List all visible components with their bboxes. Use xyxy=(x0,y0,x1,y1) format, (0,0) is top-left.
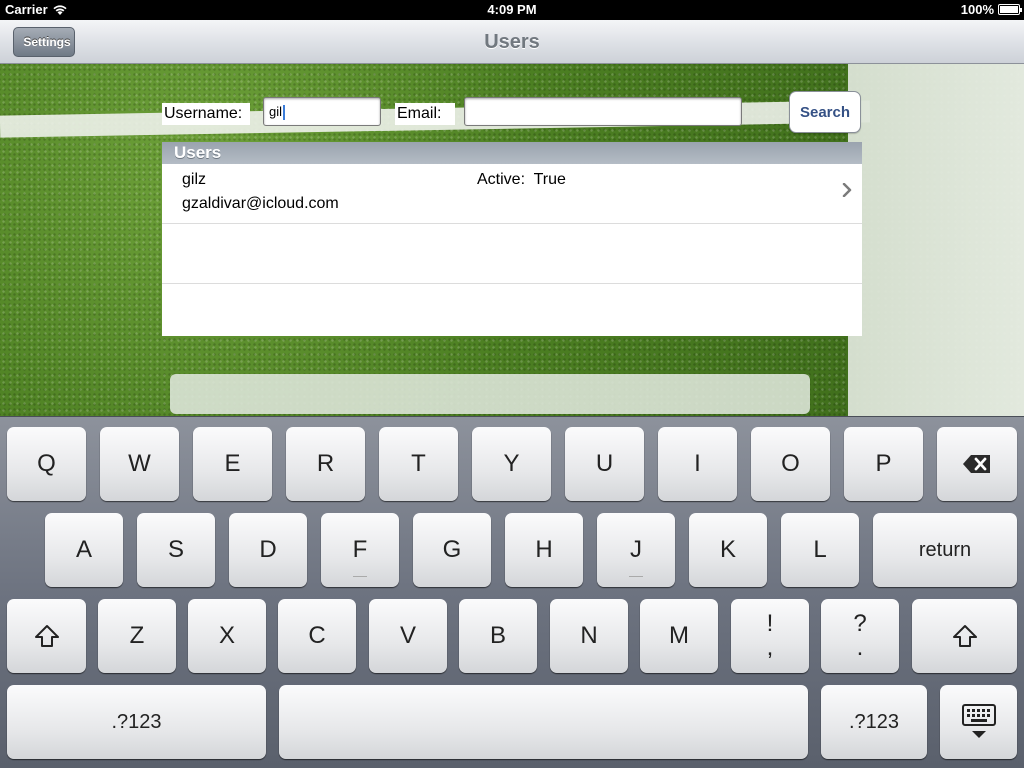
key-x[interactable]: X xyxy=(188,599,266,673)
text-cursor xyxy=(283,105,286,121)
shift-icon xyxy=(34,625,59,647)
clock: 4:09 PM xyxy=(487,2,537,17)
keyboard-hide-icon xyxy=(961,704,996,738)
key-a[interactable]: A xyxy=(45,513,123,587)
key-d[interactable]: D xyxy=(229,513,307,587)
key-bottom-char: , xyxy=(766,634,774,661)
key-k[interactable]: K xyxy=(689,513,767,587)
backspace-icon xyxy=(963,455,990,473)
user-email: gzaldivar@icloud.com xyxy=(182,195,339,212)
table-row[interactable]: gilz gzaldivar@icloud.com Active: True xyxy=(162,164,862,224)
key-e[interactable]: E xyxy=(193,427,272,501)
field-line-decoration xyxy=(848,64,1024,416)
key-t[interactable]: T xyxy=(379,427,458,501)
user-active-status: Active: True xyxy=(477,171,566,188)
field-line-decoration xyxy=(170,374,810,414)
shift-key-right[interactable] xyxy=(912,599,1017,673)
email-input[interactable] xyxy=(464,97,742,126)
key-question-period[interactable]: ? . xyxy=(821,599,899,673)
username-value: gil xyxy=(269,104,283,119)
battery-info: 100% xyxy=(960,2,1022,17)
key-w[interactable]: W xyxy=(100,427,179,501)
status-bar: Carrier 4:09 PM 100% xyxy=(0,0,1024,20)
home-row-marker xyxy=(629,576,643,577)
key-f[interactable]: F xyxy=(321,513,399,587)
key-z[interactable]: Z xyxy=(98,599,176,673)
space-key[interactable] xyxy=(279,685,808,759)
table-row-empty xyxy=(162,224,862,284)
battery-percent: 100% xyxy=(960,2,994,17)
key-o[interactable]: O xyxy=(751,427,830,501)
username-label: Username: xyxy=(162,103,250,125)
home-row-marker xyxy=(353,576,367,577)
key-j[interactable]: J xyxy=(597,513,675,587)
numbers-key-left[interactable]: .?123 xyxy=(7,685,266,759)
email-label: Email: xyxy=(395,103,455,125)
chevron-right-icon xyxy=(842,183,852,197)
key-g[interactable]: G xyxy=(413,513,491,587)
key-s[interactable]: S xyxy=(137,513,215,587)
key-c[interactable]: C xyxy=(278,599,356,673)
key-q[interactable]: Q xyxy=(7,427,86,501)
key-p[interactable]: P xyxy=(844,427,923,501)
page-title: Users xyxy=(484,31,540,53)
navigation-bar: Settings Users xyxy=(0,20,1024,64)
on-screen-keyboard: Q W E R T Y U I O P A S D F G H J K L re… xyxy=(0,416,1024,768)
delete-key[interactable] xyxy=(937,427,1017,501)
key-b[interactable]: B xyxy=(459,599,537,673)
users-table: Users gilz gzaldivar@icloud.com Active: … xyxy=(162,142,862,336)
battery-icon xyxy=(998,4,1022,15)
shift-key-left[interactable] xyxy=(7,599,86,673)
key-j-label: J xyxy=(630,536,642,563)
key-exclamation-comma[interactable]: ! , xyxy=(731,599,809,673)
numbers-key-right[interactable]: .?123 xyxy=(821,685,927,759)
return-key[interactable]: return xyxy=(873,513,1017,587)
key-bottom-char: . xyxy=(856,634,864,661)
key-v[interactable]: V xyxy=(369,599,447,673)
key-n[interactable]: N xyxy=(550,599,628,673)
shift-icon xyxy=(952,625,977,647)
users-table-header: Users xyxy=(162,142,862,164)
key-top-char: ! xyxy=(766,610,774,637)
search-button[interactable]: Search xyxy=(789,91,861,133)
key-h[interactable]: H xyxy=(505,513,583,587)
key-u[interactable]: U xyxy=(565,427,644,501)
key-f-label: F xyxy=(352,536,368,563)
key-m[interactable]: M xyxy=(640,599,718,673)
key-r[interactable]: R xyxy=(286,427,365,501)
key-l[interactable]: L xyxy=(781,513,859,587)
user-username: gilz xyxy=(182,171,207,188)
key-y[interactable]: Y xyxy=(472,427,551,501)
key-i[interactable]: I xyxy=(658,427,737,501)
content-area: Username: gil Email: Search Users gilz g… xyxy=(0,64,1024,416)
dismiss-keyboard-key[interactable] xyxy=(940,685,1017,759)
table-row-empty xyxy=(162,284,862,336)
username-input[interactable]: gil xyxy=(263,97,381,126)
key-top-char: ? xyxy=(853,610,867,637)
